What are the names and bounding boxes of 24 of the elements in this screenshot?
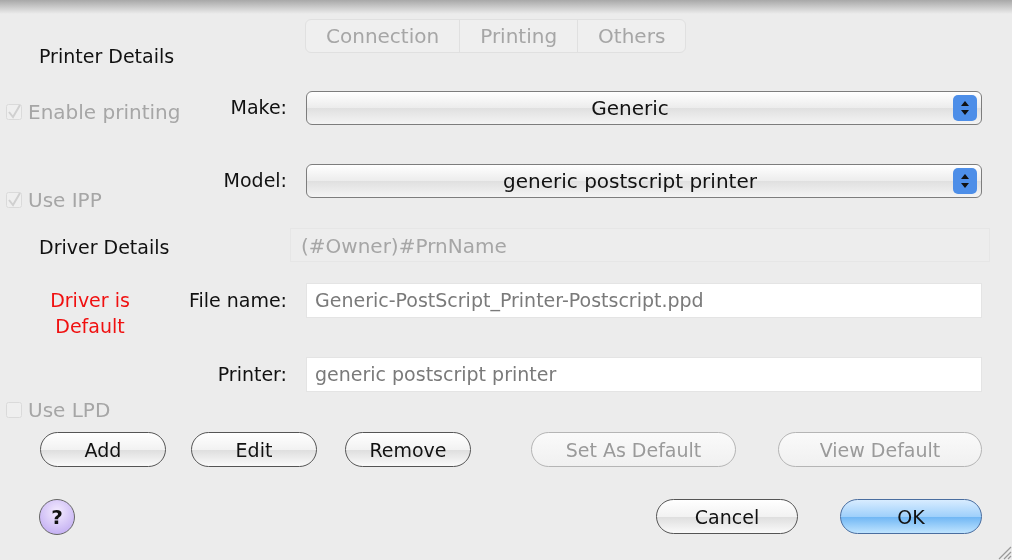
dialog-button[interactable]: OK: [840, 499, 982, 534]
input-field[interactable]: generic postscript printer: [306, 357, 982, 392]
resize-grip-icon[interactable]: [996, 544, 1012, 560]
action-button[interactable]: Add: [40, 432, 166, 467]
field-label: Make:: [230, 95, 287, 120]
dropdown[interactable]: generic postscript printer: [306, 163, 982, 198]
action-button[interactable]: Remove: [345, 432, 471, 467]
stepper-arrows-icon: [953, 167, 977, 194]
driver-status-text: Driver is Default: [49, 288, 131, 339]
help-button[interactable]: ?: [39, 498, 75, 535]
dialog-button[interactable]: Cancel: [656, 499, 798, 534]
input-field[interactable]: Generic-PostScript_Printer-Postscript.ppd: [306, 283, 982, 318]
field-label: Printer:: [217, 362, 287, 387]
section-heading: Printer Details: [39, 44, 175, 69]
dropdown[interactable]: Generic: [306, 90, 982, 125]
checkbox-label: Use IPP: [28, 188, 102, 212]
field-label: Model:: [223, 168, 287, 193]
checkbox-label: Enable printing: [28, 100, 181, 124]
field-label: File name:: [188, 288, 287, 313]
action-button[interactable]: Edit: [191, 432, 317, 467]
section-heading: Driver Details: [39, 235, 170, 260]
stepper-arrows-icon: [953, 94, 977, 121]
checkbox-label: Use LPD: [28, 398, 111, 422]
queue-name-field: (#Owner)#PrnName: [290, 228, 990, 262]
